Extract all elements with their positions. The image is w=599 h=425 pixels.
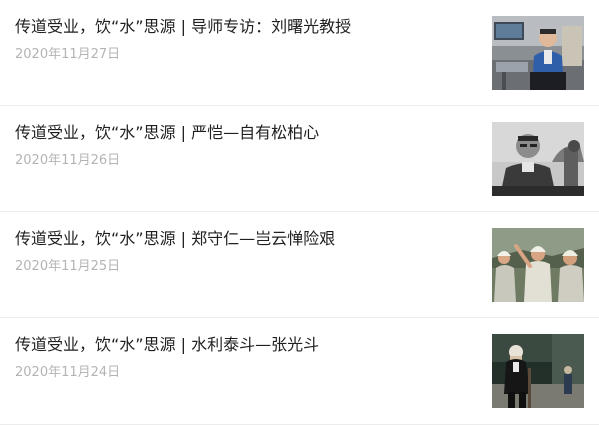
professor-seated-office-photo xyxy=(492,16,584,90)
elderly-man-walking-photo xyxy=(492,334,584,408)
article-item[interactable]: 传道受业，饮“水”思源 | 水利泰斗—张光斗 2020年11月24日 xyxy=(0,318,599,425)
article-thumbnail[interactable] xyxy=(492,334,584,408)
article-date: 2020年11月24日 xyxy=(15,365,121,380)
article-title[interactable]: 传道受业，饮“水”思源 | 严恺—自有松柏心 xyxy=(15,122,319,144)
black-white-portrait-photo xyxy=(492,122,584,196)
article-title[interactable]: 传道受业，饮“水”思源 | 水利泰斗—张光斗 xyxy=(15,334,319,356)
article-title[interactable]: 传道受业，饮“水”思源 | 导师专访：刘曙光教授 xyxy=(15,16,351,38)
article-item[interactable]: 传道受业，饮“水”思源 | 郑守仁—岂云惮险艰 2020年11月25日 xyxy=(0,212,599,318)
article-date: 2020年11月26日 xyxy=(15,153,121,168)
article-thumbnail[interactable] xyxy=(492,122,584,196)
article-date: 2020年11月27日 xyxy=(15,47,121,62)
article-title[interactable]: 传道受业，饮“水”思源 | 郑守仁—岂云惮险艰 xyxy=(15,228,335,250)
article-item[interactable]: 传道受业，饮“水”思源 | 严恺—自有松柏心 2020年11月26日 xyxy=(0,106,599,212)
article-date: 2020年11月25日 xyxy=(15,259,121,274)
article-thumbnail[interactable] xyxy=(492,16,584,90)
article-thumbnail[interactable] xyxy=(492,228,584,302)
article-list: 传道受业，饮“水”思源 | 导师专访：刘曙光教授 2020年11月27日 传道受… xyxy=(0,0,599,425)
article-item[interactable]: 传道受业，饮“水”思源 | 导师专访：刘曙光教授 2020年11月27日 xyxy=(0,0,599,106)
engineers-hardhats-photo xyxy=(492,228,584,302)
